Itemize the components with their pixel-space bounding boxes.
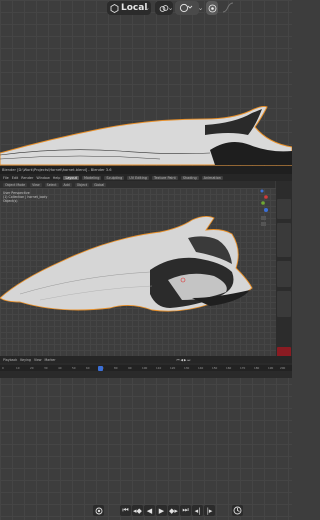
menu-help[interactable]: Help: [53, 176, 61, 180]
window-title: Blender [D:\Work\Projects\Hornet\hornet.…: [0, 166, 292, 174]
play-reverse-icon[interactable]: ◀: [144, 505, 155, 516]
timeline-tick-label: 0: [2, 366, 4, 370]
select-menu[interactable]: Select: [44, 182, 59, 187]
timeline-tick-label: 40: [58, 366, 62, 370]
workspace-tab-animation[interactable]: Animation: [201, 175, 223, 180]
bottom-playback-bar: ⏮ ◂◆ ◀ ▶ ◆▸ ⏭ ◂| |▸: [0, 501, 292, 520]
menu-window[interactable]: Window: [36, 176, 49, 180]
timeline-header: Playback Keying View Marker ⏮ ◀ ▶ ⏭: [0, 356, 292, 363]
object-menu[interactable]: Object: [74, 182, 90, 187]
properties-section[interactable]: [277, 199, 291, 219]
workspace-tab-layout[interactable]: Layout: [63, 175, 79, 180]
timeline-tick-label: 10: [16, 366, 20, 370]
timeline-tick-label: 100: [142, 366, 148, 370]
navigation-gizmo[interactable]: [258, 188, 274, 228]
overlay-line-objects: Object(s): [3, 199, 18, 203]
timeline-area: Playback Keying View Marker ⏮ ◀ ▶ ⏭ 0 10…: [0, 356, 292, 378]
timeline-marker-menu[interactable]: Marker: [45, 358, 56, 362]
proportional-editing-toggle[interactable]: [206, 1, 218, 15]
orientation-dropdown[interactable]: Global: [92, 182, 107, 187]
link-chevron-icon[interactable]: ⌄: [167, 3, 174, 13]
prev-keyframe-icon[interactable]: ◂◆: [132, 505, 143, 516]
hornet-model-top[interactable]: [0, 95, 292, 170]
jump-end-icon[interactable]: ⏭: [180, 505, 191, 516]
timeline-view-menu[interactable]: View: [34, 358, 42, 362]
timeline-tick-label: 20: [30, 366, 34, 370]
view-menu[interactable]: View: [30, 182, 42, 187]
timeline-tick-label: 120: [170, 366, 176, 370]
workspace-tab-sculpting[interactable]: Sculpting: [104, 175, 125, 180]
frame-start-icon[interactable]: ◂|: [192, 505, 203, 516]
frame-end-icon[interactable]: |▸: [204, 505, 215, 516]
timeline-tick-label: 140: [198, 366, 204, 370]
snap-chevron-icon[interactable]: ⌄: [197, 3, 204, 13]
hornet-model-main[interactable]: [0, 210, 276, 320]
next-keyframe-icon[interactable]: ◆▸: [168, 505, 179, 516]
mode-dropdown[interactable]: Object Mode: [3, 182, 28, 187]
blender-window: Blender [D:\Work\Projects\Hornet\hornet.…: [0, 166, 292, 378]
timeline-tick-label: 180: [254, 366, 260, 370]
snap-icon: [179, 3, 195, 13]
snap-toggle[interactable]: [175, 1, 199, 15]
jump-start-icon[interactable]: ⏮: [120, 505, 131, 516]
timeline-transport-controls[interactable]: ⏮ ◀ ▶ ⏭: [177, 358, 191, 362]
menu-render[interactable]: Render: [21, 176, 33, 180]
falloff-icon[interactable]: [222, 2, 234, 14]
timeline-tick-label: 170: [240, 366, 246, 370]
top-header: Local ⌄ ⌄ ⌄: [0, 0, 292, 18]
properties-section[interactable]: [277, 291, 291, 317]
add-menu[interactable]: Add: [61, 182, 72, 187]
viewport-header: Object Mode View Select Add Object Globa…: [0, 181, 275, 188]
workspace-tab-texture-paint[interactable]: Texture Paint: [151, 175, 178, 180]
workspace-tab-shading[interactable]: Shading: [180, 175, 199, 180]
timeline-tick-label: 160: [226, 366, 232, 370]
timeline-tick-label: 190: [268, 366, 274, 370]
local-chevron-icon[interactable]: ⌄: [143, 3, 151, 13]
playback-options-icon[interactable]: [232, 505, 243, 516]
workspace-tab-uv-editing[interactable]: UV Editing: [127, 175, 149, 180]
timeline-tick-label: 130: [184, 366, 190, 370]
timeline-tick-label: 80: [114, 366, 118, 370]
timeline-tick-label: 90: [128, 366, 132, 370]
timeline-keying-menu[interactable]: Keying: [20, 358, 31, 362]
timeline-tick-label: 30: [44, 366, 48, 370]
proportional-editing-icon: [208, 4, 217, 13]
timeline-tick-label: 200: [280, 366, 286, 370]
timeline-tick-label: 150: [212, 366, 218, 370]
timeline-playhead[interactable]: [98, 366, 103, 371]
timeline-tick-label: 50: [72, 366, 76, 370]
menu-edit[interactable]: Edit: [12, 176, 19, 180]
timeline-tick-label: 60: [86, 366, 90, 370]
properties-section[interactable]: [277, 261, 291, 287]
timeline-playback-menu[interactable]: Playback: [3, 358, 17, 362]
record-icon[interactable]: [93, 505, 104, 516]
properties-panel: [276, 181, 292, 378]
object-mode-icon: [107, 3, 121, 13]
timeline-tick-label: 110: [156, 366, 162, 370]
menu-file[interactable]: File: [3, 176, 9, 180]
viewport-overlay-text: User Perspective (1) Collection | hornet…: [3, 191, 47, 203]
menu-bar: File Edit Render Window Help Layout Mode…: [0, 174, 292, 181]
play-icon[interactable]: ▶: [156, 505, 167, 516]
properties-section[interactable]: [277, 223, 291, 257]
workspace-tab-modeling[interactable]: Modeling: [81, 175, 102, 180]
